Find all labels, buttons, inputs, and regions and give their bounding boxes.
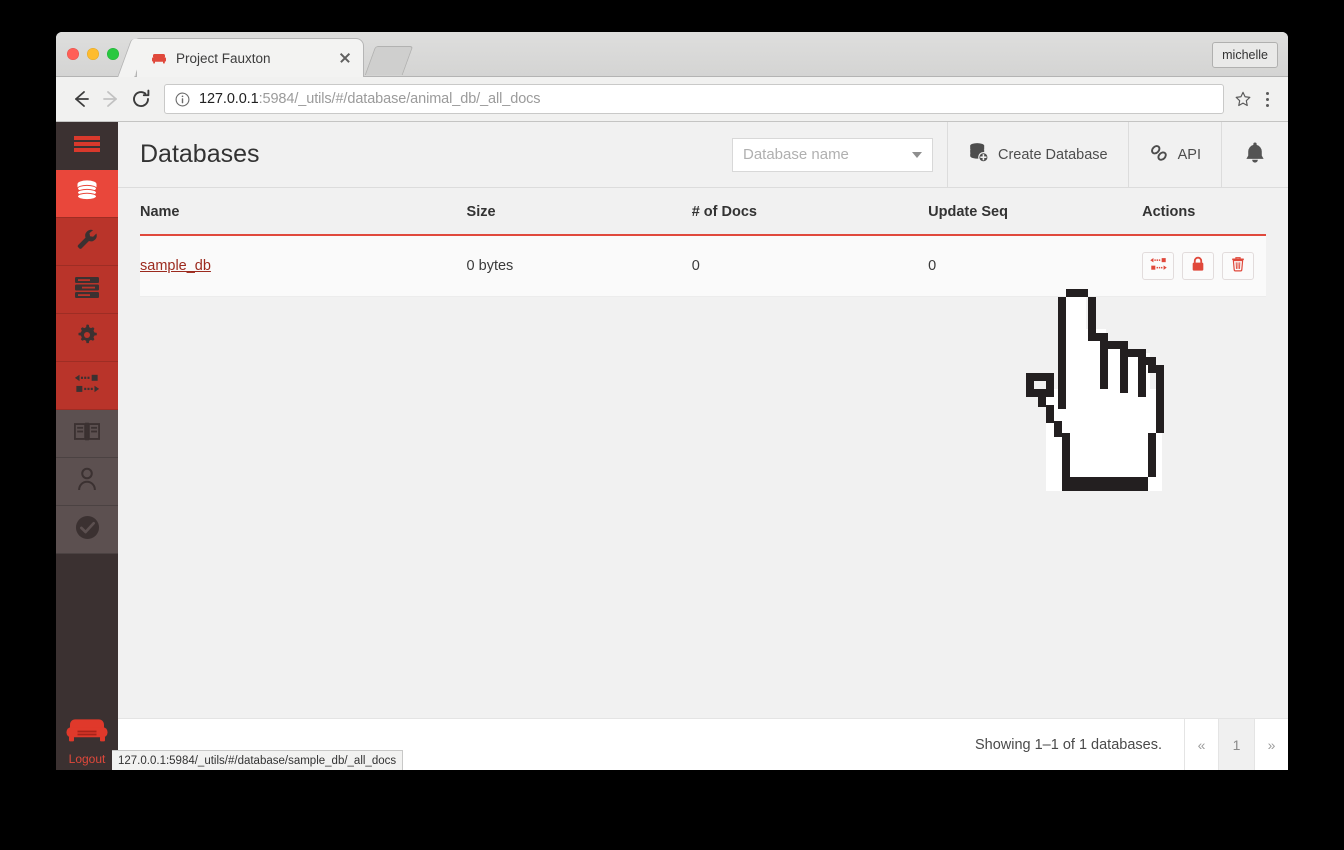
column-header-name[interactable]: Name [140, 188, 467, 236]
table-row: sample_db 0 bytes 0 0 [140, 235, 1266, 297]
fauxton-app: Logout Databases Database name Create Da… [56, 122, 1288, 770]
sidebar-item-documentation[interactable] [56, 410, 118, 458]
user-icon [76, 467, 98, 496]
replicate-icon [1149, 257, 1168, 275]
three-dot-menu-icon[interactable] [1256, 84, 1278, 114]
cell-actions [1142, 235, 1266, 297]
sidebar-item-setup[interactable] [56, 218, 118, 266]
column-header-docs[interactable]: # of Docs [691, 188, 929, 236]
url-host: 127.0.0.1 [199, 91, 259, 107]
browser-tab-title: Project Fauxton [176, 50, 271, 66]
bell-icon [1244, 141, 1266, 169]
close-window-button[interactable] [67, 48, 79, 60]
database-search-box[interactable] [732, 137, 933, 172]
create-database-button[interactable]: Create Database [947, 122, 1128, 187]
gear-icon [75, 323, 99, 352]
databases-table: Name Size # of Docs Update Seq Actions s… [140, 188, 1266, 297]
sidebar: Logout [56, 122, 118, 770]
replicate-icon [73, 373, 101, 399]
maximize-window-button[interactable] [107, 48, 119, 60]
link-chain-icon [1149, 143, 1169, 167]
table-header: Name Size # of Docs Update Seq Actions [140, 188, 1266, 236]
window-traffic-lights [67, 48, 119, 60]
create-database-label: Create Database [998, 146, 1108, 163]
browser-status-bar: 127.0.0.1:5984/_utils/#/database/sample_… [112, 750, 404, 770]
url-path: :5984/_utils/#/database/animal_db/_all_d… [258, 91, 541, 107]
forward-arrow-icon [96, 84, 126, 114]
menu-dot [1265, 103, 1269, 107]
main-content: Databases Database name Create Database … [118, 122, 1288, 770]
showing-count-label: Showing 1–1 of 1 databases. [974, 736, 1162, 753]
menu-dot [1265, 91, 1269, 95]
menu-dot [1265, 97, 1269, 101]
bookmark-star-icon[interactable] [1230, 86, 1256, 112]
sidebar-item-replication[interactable] [56, 362, 118, 410]
search-input[interactable] [743, 146, 906, 163]
logout-label[interactable]: Logout [56, 752, 118, 766]
database-plus-icon [968, 142, 989, 167]
book-icon [74, 421, 100, 447]
browser-profile-label: michelle [1222, 48, 1268, 62]
server-list-icon [74, 276, 100, 303]
database-search-wrap [732, 122, 947, 187]
check-circle-icon [75, 515, 100, 545]
cell-name: sample_db [140, 235, 467, 297]
pagination-prev-button[interactable]: « [1184, 719, 1218, 770]
lock-icon [1191, 256, 1205, 276]
browser-window: Project Fauxton michelle 127.0.0.1:5984/… [56, 32, 1288, 770]
replicate-database-button[interactable] [1142, 252, 1175, 280]
api-label: API [1177, 146, 1201, 163]
pagination-next-button[interactable]: » [1254, 719, 1288, 770]
url-text: 127.0.0.1:5984/_utils/#/database/animal_… [199, 91, 540, 107]
database-permissions-button[interactable] [1182, 252, 1215, 280]
cell-docs: 0 [691, 235, 929, 297]
database-icon [74, 178, 100, 209]
trash-icon [1231, 256, 1245, 276]
minimize-window-button[interactable] [87, 48, 99, 60]
chevron-down-icon[interactable] [912, 151, 922, 158]
browser-tab-strip: Project Fauxton michelle [56, 32, 1288, 77]
delete-database-button[interactable] [1222, 252, 1255, 280]
row-action-buttons [1142, 252, 1266, 280]
page-title: Databases [140, 140, 260, 168]
couch-favicon [151, 51, 167, 65]
wrench-icon [75, 227, 99, 256]
cell-update-seq: 0 [928, 235, 1143, 297]
sidebar-item-verify[interactable] [56, 506, 118, 554]
table-header-row: Name Size # of Docs Update Seq Actions [140, 188, 1266, 236]
info-circle-icon[interactable] [175, 92, 190, 107]
column-header-update-seq[interactable]: Update Seq [928, 188, 1143, 236]
table-body: sample_db 0 bytes 0 0 [140, 235, 1266, 297]
hamburger-icon [74, 134, 100, 159]
pagination-page-1[interactable]: 1 [1218, 719, 1254, 770]
sidebar-item-user-account[interactable] [56, 458, 118, 506]
couchdb-couch-logo [56, 714, 118, 744]
column-header-actions: Actions [1142, 188, 1266, 236]
sidebar-item-configuration[interactable] [56, 314, 118, 362]
sidebar-item-menu-toggle[interactable] [56, 122, 118, 170]
browser-profile-button[interactable]: michelle [1212, 42, 1278, 68]
reload-icon[interactable] [126, 84, 156, 114]
page-header: Databases Database name Create Database … [118, 122, 1288, 188]
close-icon[interactable] [337, 50, 353, 66]
cell-size: 0 bytes [466, 235, 692, 297]
notifications-button[interactable] [1221, 122, 1288, 187]
sidebar-item-databases[interactable] [56, 170, 118, 218]
sidebar-item-active-tasks[interactable] [56, 266, 118, 314]
back-arrow-icon[interactable] [66, 84, 96, 114]
url-input[interactable]: 127.0.0.1:5984/_utils/#/database/animal_… [164, 84, 1224, 114]
database-name-link[interactable]: sample_db [140, 258, 211, 274]
browser-tab-active[interactable]: Project Fauxton [136, 38, 364, 77]
api-button[interactable]: API [1127, 122, 1221, 187]
column-header-size[interactable]: Size [466, 188, 692, 236]
databases-table-area: Name Size # of Docs Update Seq Actions s… [118, 188, 1288, 718]
browser-omnibox-bar: 127.0.0.1:5984/_utils/#/database/animal_… [56, 77, 1288, 122]
new-tab-icon[interactable] [364, 46, 414, 75]
